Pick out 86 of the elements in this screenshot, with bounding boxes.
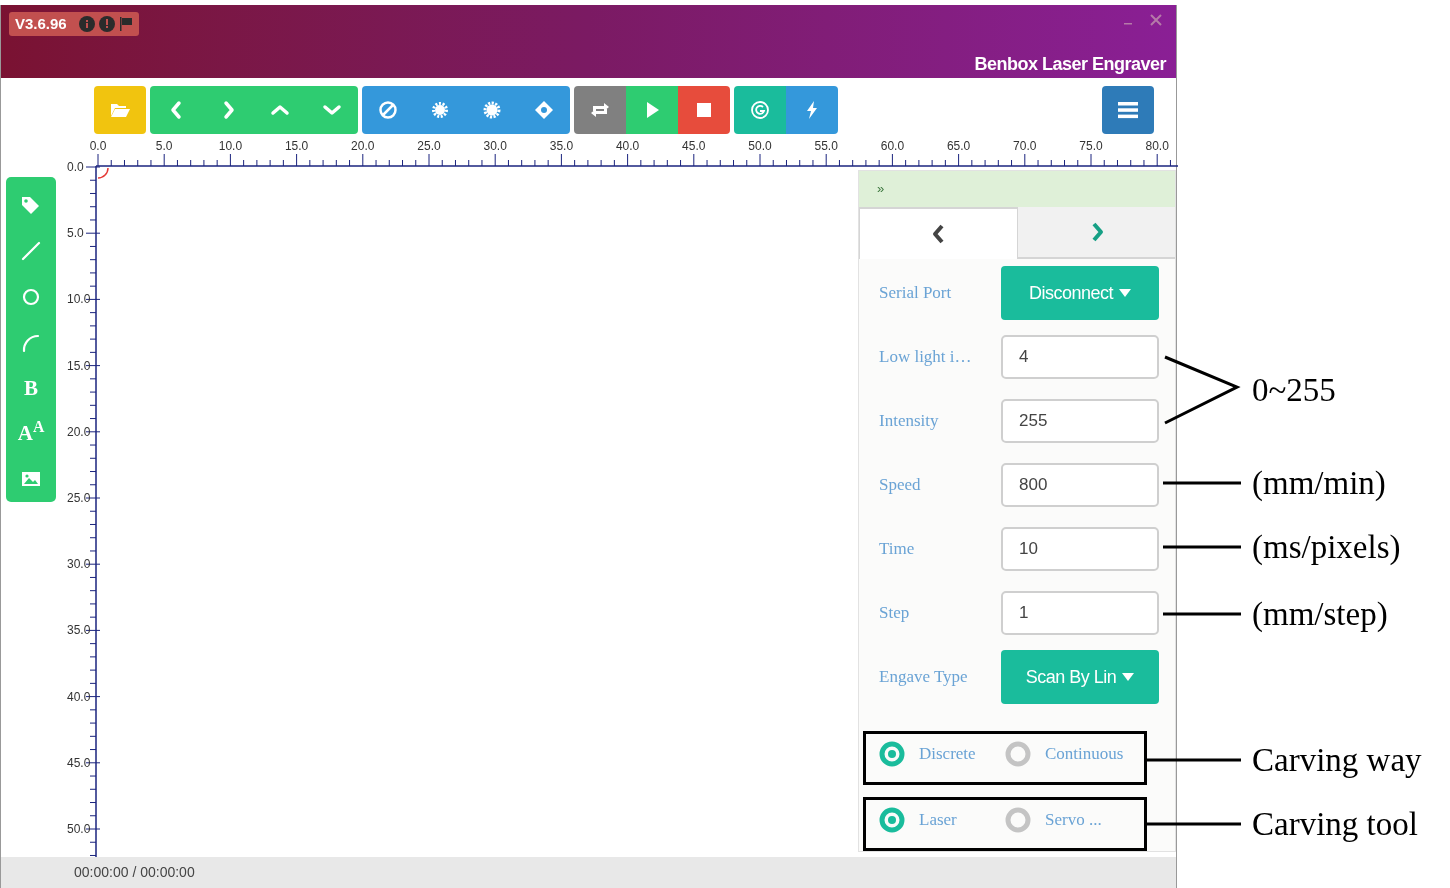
field-label: Time (878, 538, 916, 561)
field-label: Intensity (878, 410, 940, 433)
field-label: Step (878, 602, 911, 625)
ruler-label: 55.0 (814, 140, 838, 152)
collapse-toggle[interactable]: » (877, 179, 885, 199)
info-icon[interactable] (78, 16, 95, 32)
bolt-button[interactable] (786, 86, 838, 134)
window-title: Benbox Laser Engraver (974, 53, 1166, 76)
move-left-button[interactable] (150, 86, 202, 134)
ruler-label: 40.0 (67, 690, 91, 703)
annotation-label: (mm/min) (1252, 466, 1386, 500)
alert-icon[interactable] (98, 16, 115, 32)
g-code-button[interactable] (734, 86, 786, 134)
open-button[interactable] (94, 86, 146, 134)
input-field[interactable]: 800 (1001, 463, 1159, 507)
ruler-label: 0.0 (67, 161, 84, 173)
ruler-label: 0.0 (89, 140, 107, 152)
radio-button[interactable] (1005, 741, 1031, 767)
annotation-label: Carving way (1252, 743, 1422, 777)
close-icon[interactable] (1149, 13, 1163, 27)
input-field[interactable]: 4 (1001, 335, 1159, 379)
ruler-label: 30.0 (67, 558, 91, 571)
ruler-label: 40.0 (615, 140, 640, 152)
ruler-label: 5.0 (155, 140, 173, 152)
field-label: Low light i… (878, 346, 973, 369)
caret-icon (1122, 672, 1135, 682)
move-down-button[interactable] (306, 86, 358, 134)
radio-button[interactable] (879, 741, 905, 767)
annotation-label: (mm/step) (1252, 597, 1388, 631)
ruler-label: 30.0 (483, 140, 507, 152)
ruler-label: 15.0 (284, 140, 309, 152)
ruler-label: 25.0 (67, 492, 91, 504)
caret-icon (1119, 288, 1131, 298)
input-field[interactable]: 255 (1001, 399, 1159, 443)
origin-marker-icon (97, 167, 109, 179)
radio-button[interactable] (879, 807, 905, 833)
menu-button[interactable] (1102, 86, 1154, 134)
annotation-label: Carving tool (1252, 807, 1418, 841)
tab[interactable] (1018, 207, 1175, 259)
ruler-label: 10.0 (218, 140, 243, 152)
ruler-label: 35.0 (67, 624, 91, 637)
ruler-label: 25.0 (417, 140, 441, 152)
ruler-label: 50.0 (748, 140, 772, 152)
start-button[interactable] (626, 86, 678, 134)
ruler-label: 45.0 (682, 140, 706, 152)
ruler-label: 70.0 (1013, 140, 1037, 152)
move-button[interactable] (518, 86, 570, 134)
ruler-label: 5.0 (67, 227, 84, 240)
annotation-label: (ms/pixels) (1252, 530, 1401, 564)
ruler-label: 60.0 (880, 140, 905, 152)
flag-icon[interactable] (118, 16, 133, 32)
ruler-label: 15.0 (67, 359, 91, 372)
burst-icon (429, 99, 451, 121)
input-field[interactable]: 10 (1001, 527, 1159, 571)
field-label: Speed (878, 474, 922, 497)
status-time: 00:00:00 / 00:00:00 (74, 863, 195, 882)
move-icon (533, 99, 555, 121)
repeat-button[interactable] (574, 86, 626, 134)
ruler-label: 80.0 (1145, 140, 1169, 152)
radio-label: Discrete (919, 743, 976, 766)
tab[interactable] (859, 207, 1018, 259)
burst-icon (481, 99, 503, 121)
tag-icon[interactable] (20, 194, 42, 217)
radio-button[interactable] (1005, 807, 1031, 833)
field-label: Serial Port (878, 282, 953, 305)
ban-icon (377, 99, 399, 121)
ruler-label: 65.0 (946, 140, 971, 152)
ruler-label: 20.0 (351, 140, 375, 152)
menu-icon (1118, 101, 1138, 119)
radio-label: Continuous (1045, 743, 1124, 766)
ruler-label: 45.0 (67, 756, 91, 769)
radio-label: Laser (919, 809, 957, 832)
disable-button[interactable] (362, 86, 414, 134)
ruler-label: 50.0 (67, 823, 91, 835)
ruler-label: 75.0 (1079, 140, 1103, 152)
annotation-label: 0~255 (1252, 373, 1336, 407)
ruler-label: 35.0 (549, 140, 574, 152)
input-field[interactable]: 1 (1001, 591, 1159, 635)
g-circle-icon (749, 99, 771, 121)
ruler-label: 20.0 (67, 425, 91, 438)
ruler-label: 10.0 (67, 293, 91, 306)
field-label: Engave Type (878, 666, 969, 689)
radio-label: Servo ... (1045, 809, 1102, 832)
version-text: V3.6.96 (15, 13, 67, 34)
line-icon[interactable] (20, 240, 42, 263)
stop-button[interactable] (678, 86, 730, 134)
